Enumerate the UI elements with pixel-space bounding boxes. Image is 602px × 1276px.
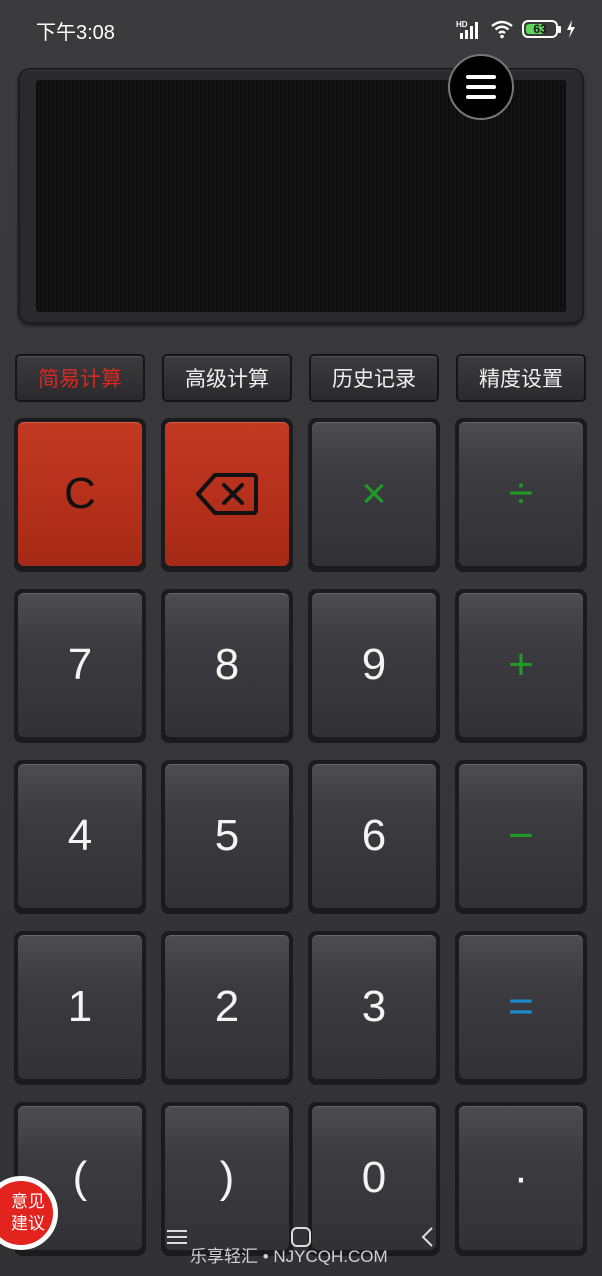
plus-key[interactable]: + (455, 589, 587, 743)
backspace-icon (196, 473, 258, 515)
key-2-label: 2 (165, 935, 289, 1079)
key-9-label: 9 (312, 593, 436, 737)
backspace-key[interactable] (161, 418, 293, 572)
key-7[interactable]: 7 (14, 589, 146, 743)
key-1-label: 1 (18, 935, 142, 1079)
key-8-label: 8 (165, 593, 289, 737)
key-3-label: 3 (312, 935, 436, 1079)
equals-key-label: = (459, 935, 583, 1079)
hamburger-menu-icon (466, 75, 496, 99)
clear-key-label: C (18, 422, 142, 566)
key-1[interactable]: 1 (14, 931, 146, 1085)
network-label: HD (456, 20, 468, 29)
nav-back-icon[interactable] (418, 1226, 440, 1248)
key-4-label: 4 (18, 764, 142, 908)
multiply-key-label: × (312, 422, 436, 566)
key-3[interactable]: 3 (308, 931, 440, 1085)
minus-key-label: − (459, 764, 583, 908)
equals-key[interactable]: = (455, 931, 587, 1085)
status-time: 下午3:08 (36, 22, 115, 44)
key-6[interactable]: 6 (308, 760, 440, 914)
key-2[interactable]: 2 (161, 931, 293, 1085)
key-6-label: 6 (312, 764, 436, 908)
divide-key-label: ÷ (459, 422, 583, 566)
key-8[interactable]: 8 (161, 589, 293, 743)
tab-simple-calc[interactable]: 简易计算 (15, 354, 145, 402)
key-5-label: 5 (165, 764, 289, 908)
minus-key[interactable]: − (455, 760, 587, 914)
wifi-icon (491, 20, 513, 39)
menu-button[interactable] (448, 54, 514, 120)
key-5[interactable]: 5 (161, 760, 293, 914)
calculator-screen: 下午3:08 HD 63 简易计算 高级计算 历史记录 精度设置 C × ÷ 7… (0, 0, 602, 1276)
clear-key[interactable]: C (14, 418, 146, 572)
key-4[interactable]: 4 (14, 760, 146, 914)
divide-key[interactable]: ÷ (455, 418, 587, 572)
battery-level: 63 (533, 22, 547, 36)
multiply-key[interactable]: × (308, 418, 440, 572)
tab-advanced-calc[interactable]: 高级计算 (162, 354, 292, 402)
charging-icon (567, 20, 575, 38)
tab-history[interactable]: 历史记录 (309, 354, 439, 402)
signal-icon: HD (456, 20, 478, 39)
feedback-label-line1: 意见 (11, 1192, 45, 1212)
battery-icon: 63 (522, 20, 561, 38)
status-bar: 下午3:08 HD 63 (0, 0, 602, 58)
watermark: 乐享轻汇 • NJYCQH.COM (190, 1247, 388, 1266)
tab-precision-settings[interactable]: 精度设置 (456, 354, 586, 402)
key-9[interactable]: 9 (308, 589, 440, 743)
nav-menu-icon[interactable] (166, 1226, 188, 1248)
status-icons: HD 63 (456, 16, 576, 42)
key-7-label: 7 (18, 593, 142, 737)
plus-key-label: + (459, 593, 583, 737)
